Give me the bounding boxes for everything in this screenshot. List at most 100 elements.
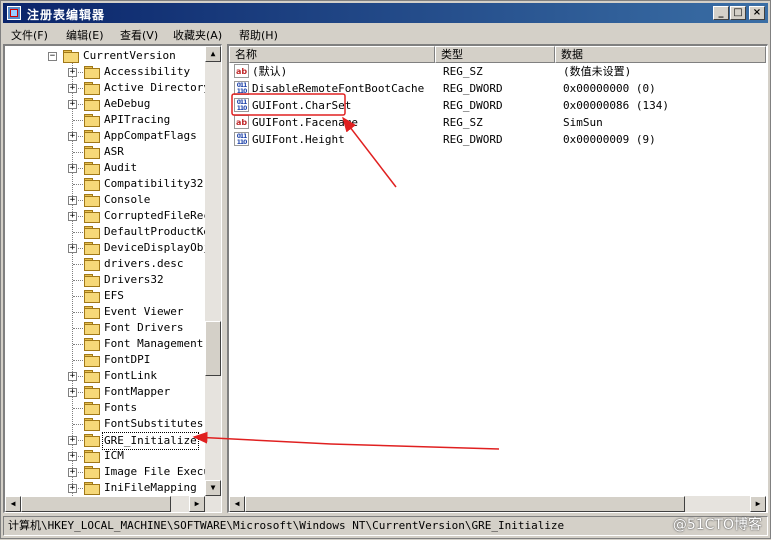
minimize-button[interactable]: _ — [713, 6, 729, 20]
tree-item-label: Compatibility32 — [104, 177, 204, 190]
expand-icon[interactable]: + — [68, 164, 77, 173]
window-title: 注册表编辑器 — [27, 8, 106, 22]
value-row[interactable]: ab (默认) REG_SZ (数值未设置) — [232, 63, 752, 80]
expand-icon[interactable]: + — [68, 100, 77, 109]
tree-item[interactable]: + Console — [5, 192, 203, 208]
scroll-right-button[interactable]: ▶ — [189, 496, 205, 512]
value-row[interactable]: ab GUIFont.Facename REG_SZ SimSun — [232, 114, 752, 131]
close-button[interactable]: × — [749, 6, 765, 20]
scroll-right-button[interactable]: ▶ — [750, 496, 766, 512]
tree-item[interactable]: + CorruptedFileReco — [5, 208, 217, 224]
string-value-icon: ab — [234, 64, 249, 78]
scroll-thumb[interactable] — [245, 496, 685, 512]
expand-icon[interactable]: + — [68, 372, 77, 381]
tree-item[interactable]: FontSubstitutes — [5, 416, 203, 432]
tree-item-label: drivers.desc — [104, 257, 184, 270]
tree-connector-line — [73, 152, 83, 153]
menu-view[interactable]: 查看(V) — [120, 27, 158, 43]
tree-item-label: FontLink — [104, 369, 157, 382]
expand-icon[interactable]: + — [68, 68, 77, 77]
status-path: 计算机\HKEY_LOCAL_MACHINE\SOFTWARE\Microsof… — [8, 519, 565, 532]
column-header-data[interactable]: 数据 — [555, 46, 766, 63]
menu-file[interactable]: 文件(F) — [11, 27, 48, 43]
tree-item[interactable]: + Image File Execut — [5, 464, 217, 480]
tree-item[interactable]: ASR — [5, 144, 203, 160]
expand-icon[interactable]: + — [68, 244, 77, 253]
expand-icon[interactable]: + — [68, 484, 77, 493]
tree-item[interactable]: EFS — [5, 288, 203, 304]
tree-item[interactable]: Compatibility32 — [5, 176, 203, 192]
tree-item[interactable]: Fonts — [5, 400, 203, 416]
collapse-icon[interactable]: − — [48, 52, 57, 61]
folder-icon — [84, 194, 100, 207]
scroll-up-button[interactable]: ▲ — [205, 46, 221, 62]
tree-item-label: Audit — [104, 161, 138, 174]
tree-item[interactable]: + GRE_Initialize — [5, 432, 203, 450]
expand-icon[interactable]: + — [68, 436, 77, 445]
expand-icon[interactable]: + — [68, 196, 77, 205]
tree-item-label: Active Directory — [104, 81, 210, 94]
tree-item[interactable]: + Accessibility — [5, 64, 203, 80]
tree-item[interactable]: + IniFileMapping — [5, 480, 203, 496]
tree-item[interactable]: + FontMapper — [5, 384, 203, 400]
dword-value-icon: 011 110 — [234, 81, 249, 95]
expand-icon[interactable]: + — [68, 468, 77, 477]
tree-item[interactable]: Drivers32 — [5, 272, 203, 288]
folder-icon — [84, 370, 100, 383]
tree-item[interactable]: APITracing — [5, 112, 203, 128]
tree-item-label: ICM — [104, 449, 124, 462]
tree-item-label: FontSubstitutes — [104, 417, 204, 430]
tree-item[interactable]: + DeviceDisplayObje — [5, 240, 217, 256]
tree-item[interactable]: + AeDebug — [5, 96, 203, 112]
tree-item[interactable]: + AppCompatFlags — [5, 128, 203, 144]
folder-icon — [84, 274, 100, 287]
tree-item[interactable]: + ICM — [5, 448, 203, 464]
folder-icon — [84, 322, 100, 335]
tree-vertical-scrollbar[interactable]: ▲ ▼ — [205, 46, 221, 496]
folder-icon — [84, 258, 100, 271]
scroll-left-button[interactable]: ◀ — [5, 496, 21, 512]
value-row[interactable]: 011 110 DisableRemoteFontBootCache REG_DWO… — [232, 80, 752, 97]
tree-item[interactable]: Font Management — [5, 336, 203, 352]
column-header-type[interactable]: 类型 — [435, 46, 555, 63]
tree-item-currentversion[interactable]: − CurrentVersion — [5, 48, 205, 64]
folder-icon — [84, 66, 100, 79]
expand-icon[interactable]: + — [68, 132, 77, 141]
menu-favorites[interactable]: 收藏夹(A) — [173, 27, 222, 43]
scroll-thumb[interactable] — [21, 496, 171, 512]
expand-icon[interactable]: + — [68, 212, 77, 221]
tree-horizontal-scrollbar[interactable]: ◀ ▶ — [5, 496, 221, 512]
tree-item[interactable]: drivers.desc — [5, 256, 203, 272]
tree-item[interactable]: FontDPI — [5, 352, 203, 368]
tree-item[interactable]: + Active Directory — [5, 80, 210, 96]
key-tree-pane[interactable]: − CurrentVersion + Accessibility + Active D… — [3, 44, 222, 513]
tree-item[interactable]: + Audit — [5, 160, 203, 176]
tree-connector-line — [73, 296, 83, 297]
tree-connector-line — [73, 408, 83, 409]
scroll-down-button[interactable]: ▼ — [205, 480, 221, 496]
menu-edit[interactable]: 编辑(E) — [66, 27, 104, 43]
list-horizontal-scrollbar[interactable]: ◀ ▶ — [229, 496, 766, 512]
tree-item[interactable]: Font Drivers — [5, 320, 203, 336]
tree-item[interactable]: + FontLink — [5, 368, 203, 384]
folder-icon — [84, 402, 100, 415]
folder-icon — [84, 482, 100, 495]
maximize-button[interactable]: □ — [730, 6, 746, 20]
expand-icon[interactable]: + — [68, 452, 77, 461]
value-type: REG_DWORD — [443, 82, 503, 95]
tree-item[interactable]: Event Viewer — [5, 304, 203, 320]
menu-help[interactable]: 帮助(H) — [239, 27, 278, 43]
expand-icon[interactable]: + — [68, 388, 77, 397]
scroll-left-button[interactable]: ◀ — [229, 496, 245, 512]
folder-icon — [84, 82, 100, 95]
tree-item-label: FontDPI — [104, 353, 151, 366]
value-row[interactable]: 011 110 GUIFont.CharSet REG_DWORD 0x0000008… — [232, 97, 752, 114]
tree-item-label: ASR — [104, 145, 124, 158]
value-row[interactable]: 011 110 GUIFont.Height REG_DWORD 0x00000009… — [232, 131, 752, 148]
column-header-name[interactable]: 名称 — [229, 46, 435, 63]
values-list-pane[interactable]: 名称 类型 数据 ab (默认) REG_SZ (数值未设置) 011 110 Disab… — [227, 44, 768, 513]
expand-icon[interactable]: + — [68, 84, 77, 93]
tree-item[interactable]: DefaultProductKey — [5, 224, 217, 240]
title-bar[interactable]: 注册表编辑器 _ □ × — [3, 3, 768, 23]
scroll-thumb[interactable] — [205, 321, 221, 376]
